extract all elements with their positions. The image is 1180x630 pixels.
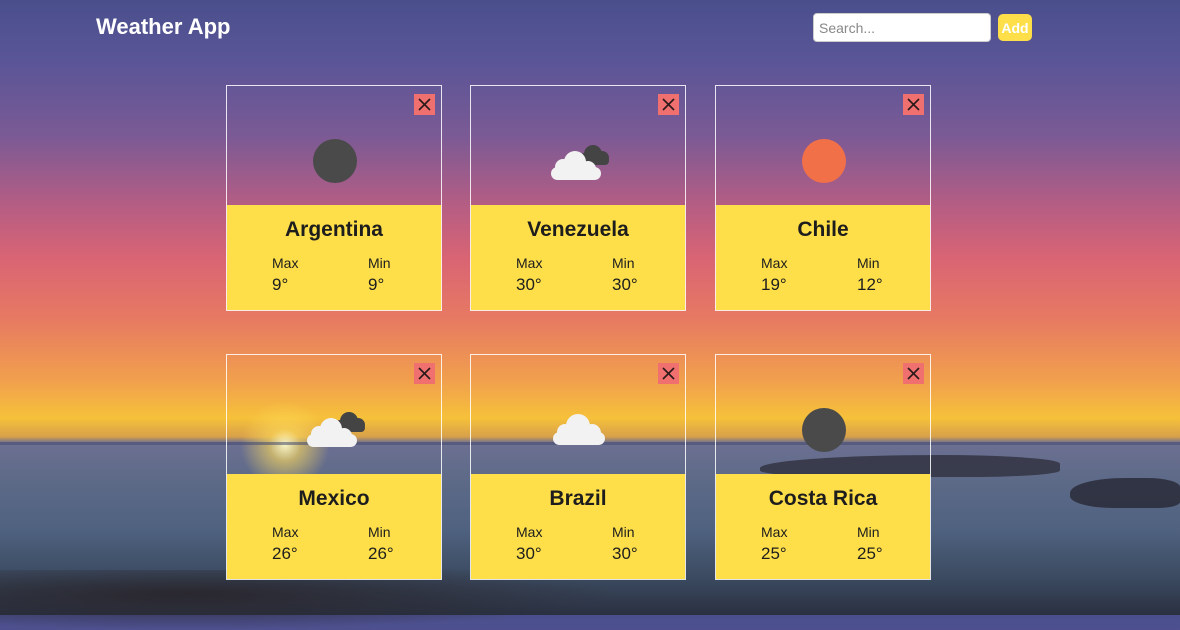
close-button[interactable] xyxy=(414,94,435,115)
min-label: Min xyxy=(612,524,635,540)
min-label: Min xyxy=(368,524,391,540)
close-button[interactable] xyxy=(658,363,679,384)
min-value: 25° xyxy=(857,544,883,563)
close-icon xyxy=(662,367,675,380)
search-input[interactable] xyxy=(813,13,991,42)
close-button[interactable] xyxy=(658,94,679,115)
max-temp: Max 19° xyxy=(761,255,811,295)
card-icon-area xyxy=(471,355,685,474)
card-info: Venezuela Max 30° Min 30° xyxy=(471,205,685,310)
min-label: Min xyxy=(857,524,880,540)
cloud-dark-cloud-icon xyxy=(307,412,365,447)
max-value: 30° xyxy=(516,544,542,563)
max-temp: Max 30° xyxy=(516,524,566,564)
card-icon-area xyxy=(471,86,685,205)
min-temp: Min 26° xyxy=(368,524,418,564)
close-icon xyxy=(907,367,920,380)
close-button[interactable] xyxy=(903,94,924,115)
background-rocks xyxy=(1070,478,1180,508)
card-info: Brazil Max 30° Min 30° xyxy=(471,474,685,579)
close-icon xyxy=(418,98,431,111)
max-temp: Max 30° xyxy=(516,255,566,295)
card-icon-area xyxy=(716,86,930,205)
max-label: Max xyxy=(516,255,543,271)
dark-circle-icon xyxy=(802,408,846,452)
city-card: Mexico Max 26° Min 26° xyxy=(226,354,442,580)
card-icon-area xyxy=(227,86,441,205)
max-temp: Max 9° xyxy=(272,255,322,295)
min-temp: Min 9° xyxy=(368,255,418,295)
min-value: 26° xyxy=(368,544,394,563)
city-card: Brazil Max 30° Min 30° xyxy=(470,354,686,580)
city-name: Brazil xyxy=(549,487,607,510)
min-temp: Min 12° xyxy=(857,255,907,295)
city-name: Venezuela xyxy=(527,218,629,241)
city-card: Venezuela Max 30° Min 30° xyxy=(470,85,686,311)
city-name: Chile xyxy=(797,218,849,241)
card-info: Argentina Max 9° Min 9° xyxy=(227,205,441,310)
city-card: Argentina Max 9° Min 9° xyxy=(226,85,442,311)
close-icon xyxy=(662,98,675,111)
max-value: 19° xyxy=(761,275,787,294)
min-label: Min xyxy=(612,255,635,271)
max-value: 30° xyxy=(516,275,542,294)
max-temp: Max 25° xyxy=(761,524,811,564)
close-button[interactable] xyxy=(903,363,924,384)
close-icon xyxy=(907,98,920,111)
add-button[interactable]: Add xyxy=(998,14,1032,41)
min-value: 9° xyxy=(368,275,385,294)
city-name: Mexico xyxy=(298,487,370,510)
max-temp: Max 26° xyxy=(272,524,322,564)
cloud-icon xyxy=(553,414,605,445)
card-info: Chile Max 19° Min 12° xyxy=(716,205,930,310)
close-button[interactable] xyxy=(414,363,435,384)
cloud-dark-cloud-icon xyxy=(551,145,609,180)
city-name: Costa Rica xyxy=(768,487,878,510)
card-icon-area xyxy=(716,355,930,474)
max-label: Max xyxy=(761,524,788,540)
city-name: Argentina xyxy=(284,218,383,241)
city-card: Chile Max 19° Min 12° xyxy=(715,85,931,311)
max-label: Max xyxy=(761,255,788,271)
min-label: Min xyxy=(368,255,391,271)
max-label: Max xyxy=(272,255,299,271)
sun-icon xyxy=(802,139,846,183)
min-temp: Min 30° xyxy=(612,255,662,295)
min-value: 12° xyxy=(857,275,883,294)
max-label: Max xyxy=(272,524,299,540)
card-info: Mexico Max 26° Min 26° xyxy=(227,474,441,579)
min-label: Min xyxy=(857,255,880,271)
city-card: Costa Rica Max 25° Min 25° xyxy=(715,354,931,580)
min-temp: Min 25° xyxy=(857,524,907,564)
min-value: 30° xyxy=(612,275,638,294)
max-value: 9° xyxy=(272,275,289,294)
app-title: Weather App xyxy=(96,14,231,39)
close-icon xyxy=(418,367,431,380)
min-temp: Min 30° xyxy=(612,524,662,564)
card-info: Costa Rica Max 25° Min 25° xyxy=(716,474,930,579)
card-icon-area xyxy=(227,355,441,474)
min-value: 30° xyxy=(612,544,638,563)
max-value: 26° xyxy=(272,544,298,563)
max-label: Max xyxy=(516,524,543,540)
max-value: 25° xyxy=(761,544,787,563)
dark-circle-icon xyxy=(313,139,357,183)
